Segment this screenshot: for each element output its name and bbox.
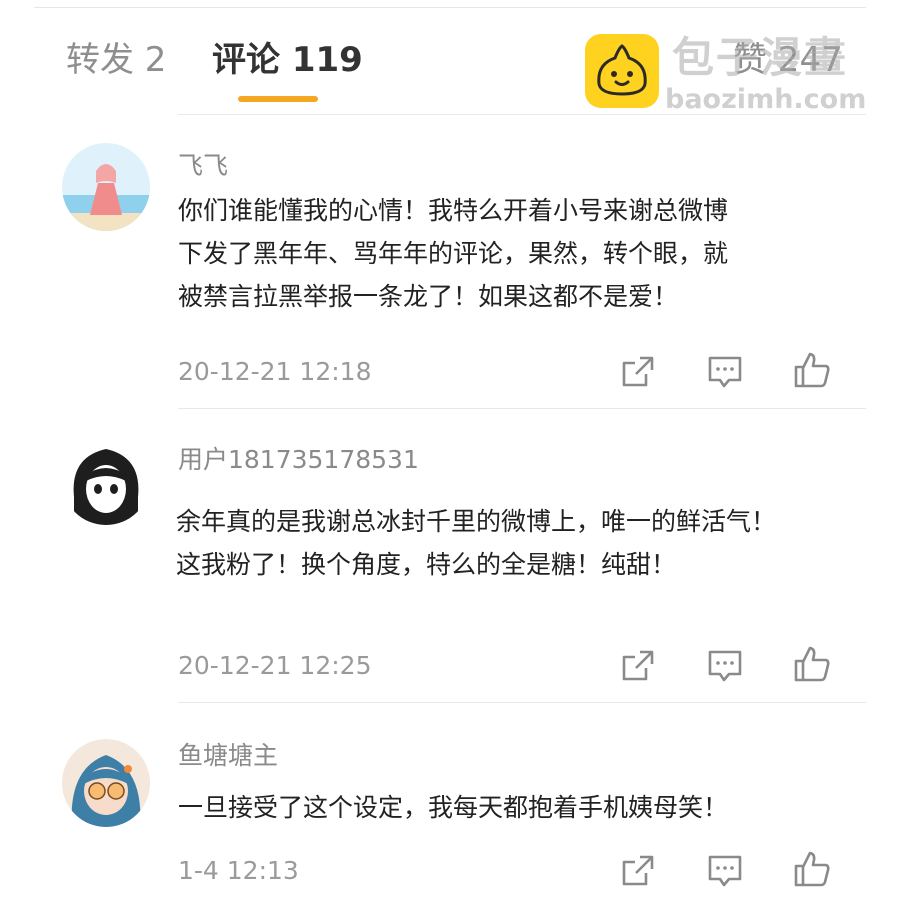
comment-timestamp: 1-4 12:13 [178,856,299,885]
comment-line: 你们谁能懂我的心情！我特么开着小号来谢总微博 [178,196,729,225]
watermark-logo [585,34,659,108]
watermark-text: 包子漫畫 [672,33,849,82]
active-tab-indicator [238,96,318,102]
thumbs-up-icon[interactable] [792,644,832,684]
comment-content: 你们谁能懂我的心情！我特么开着小号来谢总微博 下发了黑年年、骂年年的评论，果然，… [178,189,788,318]
comment-divider [178,702,866,703]
share-icon[interactable] [618,352,658,392]
thumbs-up-icon[interactable] [792,849,832,889]
comment-icon[interactable] [705,352,745,392]
comment-timestamp: 20-12-21 12:25 [178,651,372,680]
avatar[interactable] [62,739,150,827]
avatar[interactable] [62,143,150,231]
watermark-url: baozimh.com [665,84,867,115]
tab-repost[interactable]: 转发 2 [66,38,166,82]
comment-line: 下发了黑年年、骂年年的评论，果然，转个眼，就 [178,239,729,268]
tab-comments[interactable]: 评论 119 [212,38,363,82]
comment-line: 这我粉了！换个角度，特么的全是糖！纯甜！ [176,550,677,579]
comment-username[interactable]: 鱼塘塘主 [178,740,278,772]
share-icon[interactable] [618,646,658,686]
thumbs-up-icon[interactable] [792,350,832,390]
comment-line: 被禁言拉黑举报一条龙了！如果这都不是爱！ [178,282,679,311]
comment-line: 一旦接受了这个设定，我每天都抱着手机姨母笑！ [178,793,729,822]
comment-line: 余年真的是我谢总冰封千里的微博上，唯一的鲜活气！ [176,507,777,536]
comment-icon[interactable] [705,646,745,686]
comment-divider [178,408,866,409]
comment-icon[interactable] [705,851,745,891]
comment-timestamp: 20-12-21 12:18 [178,357,372,386]
share-icon[interactable] [618,851,658,891]
comment-username[interactable]: 飞飞 [178,150,228,182]
header-divider [178,114,866,115]
top-divider [34,7,866,8]
comment-content: 一旦接受了这个设定，我每天都抱着手机姨母笑！ [178,786,788,829]
avatar[interactable] [62,437,150,525]
comment-content: 余年真的是我谢总冰封千里的微博上，唯一的鲜活气！ 这我粉了！换个角度，特么的全是… [176,500,786,586]
comment-username[interactable]: 用户181735178531 [178,444,419,476]
